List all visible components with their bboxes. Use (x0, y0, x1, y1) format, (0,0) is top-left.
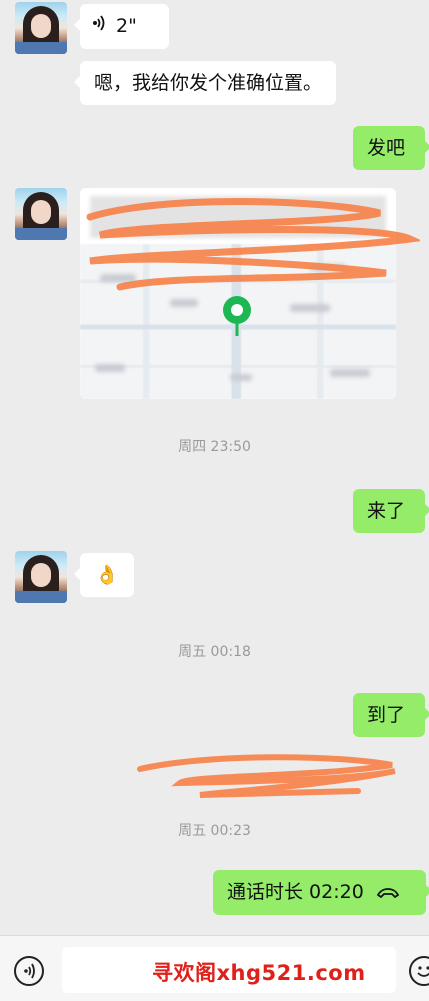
phone-hangup-icon (376, 871, 400, 915)
contact-avatar[interactable] (15, 2, 67, 54)
site-watermark: 寻欢阁xhg521.com (152, 961, 366, 985)
message-bubble-right[interactable]: 到了 (353, 693, 429, 737)
redaction-scribble (137, 754, 396, 798)
call-record-bubble[interactable]: 通话时长 02:20 (213, 870, 429, 915)
message-text: 嗯，我给你发个准确位置。 (94, 72, 323, 94)
contact-avatar[interactable] (15, 551, 67, 603)
timestamp: 周五 00:18 (178, 644, 251, 660)
message-bubble-right[interactable]: 发吧 (353, 126, 429, 170)
message-text: 来了 (367, 500, 406, 522)
timestamp: 周五 00:23 (178, 823, 251, 839)
emoji-icon[interactable] (409, 956, 429, 986)
message-text: 到了 (367, 704, 406, 726)
voice-input-icon[interactable] (14, 956, 44, 986)
ok-hand-emoji: 👌 (95, 564, 119, 586)
message-bubble-right[interactable]: 来了 (353, 489, 429, 533)
emoji-message-bubble[interactable]: 👌 (74, 553, 134, 597)
location-message-card[interactable] (80, 188, 396, 399)
call-duration-text: 通话时长 02:20 (227, 881, 364, 903)
contact-avatar[interactable] (15, 188, 67, 240)
location-pin-icon (223, 296, 251, 336)
location-title-blurred (90, 196, 386, 238)
timestamp: 周四 23:50 (178, 439, 251, 455)
voice-message-bubble[interactable]: 2" (74, 4, 169, 49)
voice-duration-label: 2" (116, 15, 137, 37)
message-bubble-left[interactable]: 嗯，我给你发个准确位置。 (73, 61, 337, 105)
message-text: 发吧 (367, 137, 406, 159)
voice-wave-icon (92, 5, 106, 49)
